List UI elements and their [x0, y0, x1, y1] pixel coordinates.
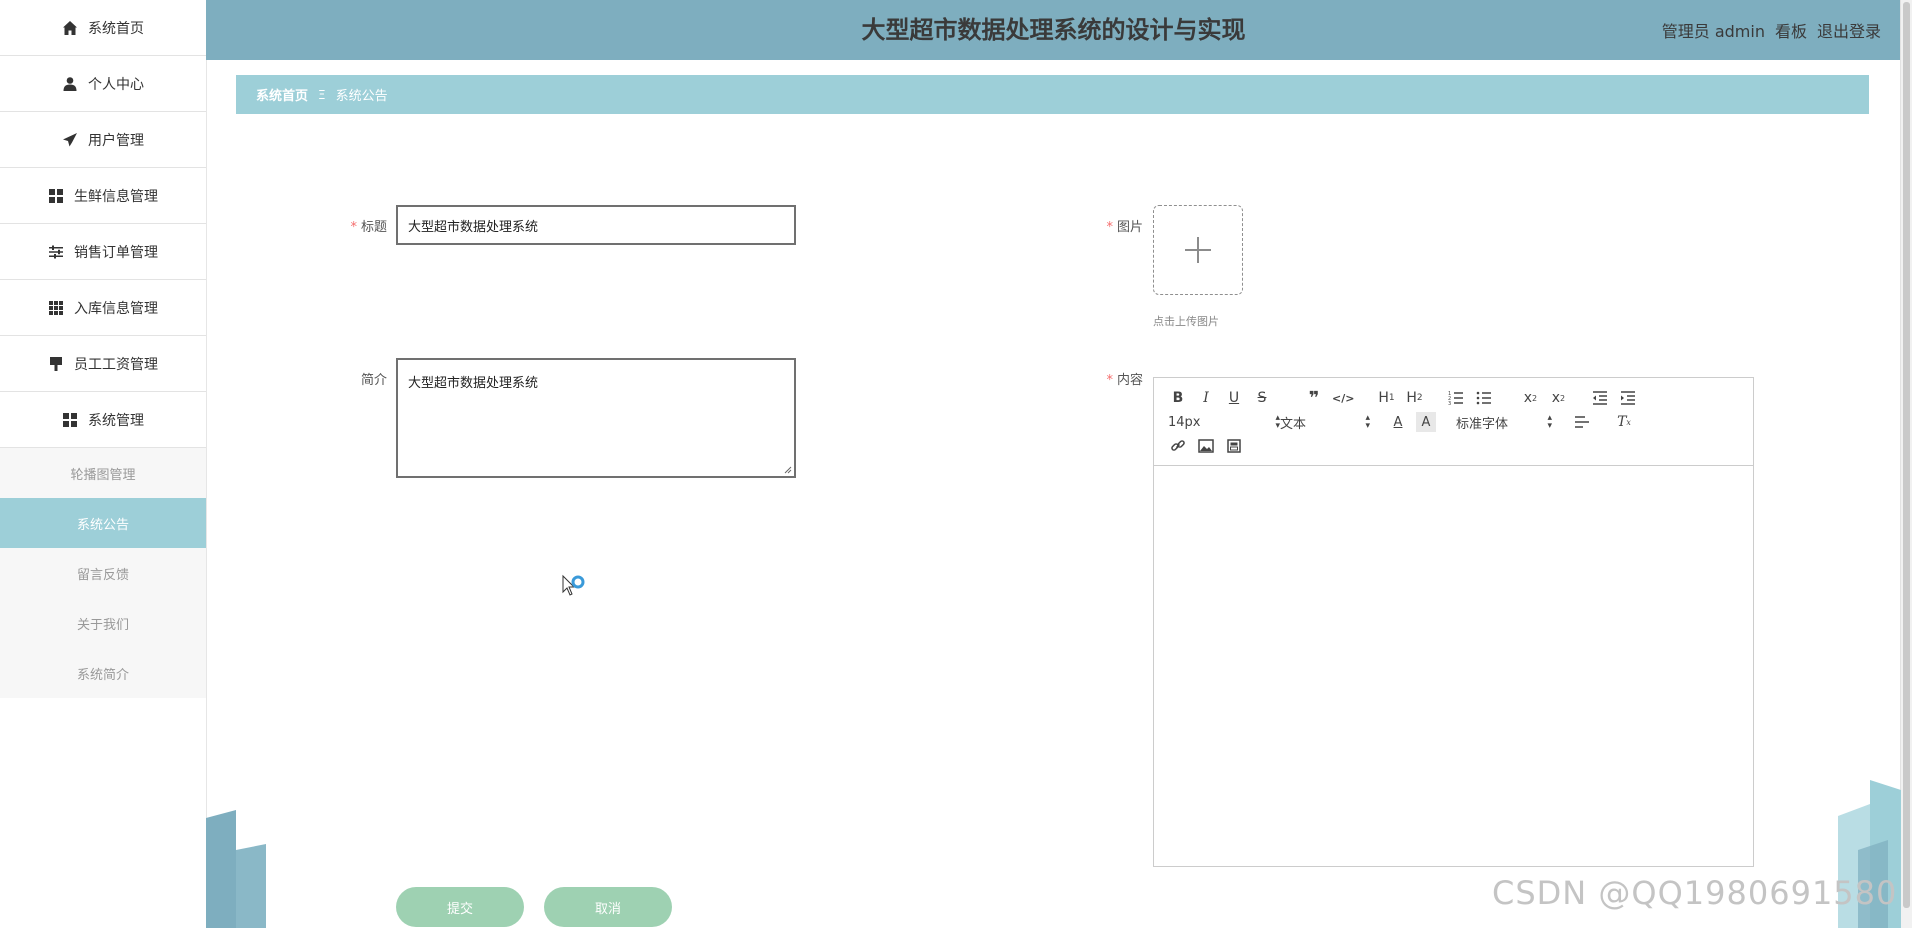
background-color-icon[interactable]: A [1416, 412, 1436, 432]
home-icon [62, 20, 78, 36]
submenu-item-carousel[interactable]: 轮播图管理 [0, 448, 206, 498]
grid-nine-icon [48, 300, 64, 316]
submenu-item-intro[interactable]: 系统简介 [0, 648, 206, 698]
sidebar-item-salary[interactable]: 员工工资管理 [0, 336, 206, 392]
intro-textarea[interactable]: 大型超市数据处理系统 [396, 358, 796, 478]
breadcrumb-separator: Ξ [318, 87, 326, 102]
user-label: 管理员 admin [1661, 22, 1765, 41]
cancel-button[interactable]: 取消 [544, 887, 672, 927]
sidebar-item-label: 员工工资管理 [74, 356, 158, 373]
content-label: * 内容 [1106, 373, 1143, 388]
font-size-select[interactable]: 14px ▴ ▾ [1168, 414, 1280, 431]
strikethrough-icon[interactable]: S [1252, 388, 1272, 408]
header-user-area: 管理员 admin 看板 退出登录 [1652, 0, 1881, 60]
select-arrows-icon: ▴ ▾ [1365, 413, 1370, 431]
sidebar-item-label: 个人中心 [88, 76, 144, 93]
required-mark: * [1106, 220, 1113, 235]
underline-icon[interactable]: U [1224, 388, 1244, 408]
image-upload-button[interactable] [1153, 205, 1243, 295]
italic-icon[interactable]: I [1196, 388, 1216, 408]
sidebar-item-label: 生鲜信息管理 [74, 188, 158, 205]
rich-text-editor: B I U S ❞ </> H1 H2 123 x2 x2 14px ▴ ▾ 文… [1153, 377, 1754, 867]
intro-label: 简介 [360, 373, 387, 388]
dashboard-link[interactable]: 看板 [1775, 18, 1807, 42]
busy-cursor-icon [562, 574, 585, 596]
app-title: 大型超市数据处理系统的设计与实现 [861, 16, 1246, 44]
sidebar-item-label: 用户管理 [88, 132, 144, 149]
sidebar-item-profile[interactable]: 个人中心 [0, 56, 206, 112]
sidebar-item-label: 销售订单管理 [74, 244, 158, 261]
bullet-list-icon[interactable] [1474, 388, 1494, 408]
watermark: CSDN @QQ1980691580 [1492, 874, 1898, 912]
required-mark: * [1106, 373, 1113, 388]
grid-four-icon [62, 412, 78, 428]
user-icon [62, 76, 78, 92]
toolbar-row-1: B I U S ❞ </> H1 H2 123 x2 x2 [1168, 387, 1646, 409]
top-header: 大型超市数据处理系统的设计与实现 管理员 admin 看板 退出登录 [206, 0, 1901, 60]
sidebar-item-label: 系统首页 [88, 20, 144, 37]
breadcrumb: 系统首页 Ξ 系统公告 [236, 75, 1869, 114]
header-select[interactable]: 文本 ▴ ▾ [1280, 413, 1370, 432]
image-label: * 图片 [1106, 220, 1143, 235]
code-block-icon[interactable]: </> [1332, 388, 1354, 408]
scrollbar-thumb[interactable] [1903, 2, 1910, 908]
resize-grip-icon[interactable] [784, 466, 792, 474]
title-label: * 标题 [350, 220, 387, 235]
link-icon[interactable] [1168, 436, 1188, 456]
image-upload-hint: 点击上传图片 [1153, 315, 1219, 328]
subscript-icon[interactable]: x2 [1520, 388, 1540, 408]
system-submenu: 轮播图管理 系统公告 留言反馈 关于我们 系统简介 [0, 448, 206, 698]
svg-text:3: 3 [1448, 401, 1451, 405]
video-icon[interactable] [1224, 436, 1244, 456]
toolbar-row-3 [1168, 435, 1252, 457]
align-icon[interactable] [1572, 412, 1592, 432]
clear-format-icon[interactable]: Tx [1614, 412, 1634, 432]
submenu-item-about[interactable]: 关于我们 [0, 598, 206, 648]
blockquote-icon[interactable]: ❞ [1304, 388, 1324, 409]
outdent-icon[interactable] [1590, 388, 1610, 408]
submit-button[interactable]: 提交 [396, 887, 524, 927]
editor-toolbar: B I U S ❞ </> H1 H2 123 x2 x2 14px ▴ ▾ 文… [1154, 378, 1753, 466]
select-arrows-icon: ▴ ▾ [1547, 413, 1552, 431]
heading-1-icon[interactable]: H1 [1376, 388, 1396, 408]
sidebar-item-sales[interactable]: 销售订单管理 [0, 224, 206, 280]
sidebar-item-users[interactable]: 用户管理 [0, 112, 206, 168]
sidebar-item-label: 系统管理 [88, 412, 144, 429]
required-mark: * [350, 220, 357, 235]
sidebar-item-fresh[interactable]: 生鲜信息管理 [0, 168, 206, 224]
grid-four-icon [48, 188, 64, 204]
breadcrumb-current: 系统公告 [335, 89, 388, 104]
intro-text: 大型超市数据处理系统 [408, 376, 539, 391]
sidebar-item-label: 入库信息管理 [74, 300, 158, 317]
sidebar-item-home[interactable]: 系统首页 [0, 0, 206, 56]
superscript-icon[interactable]: x2 [1548, 388, 1568, 408]
ordered-list-icon[interactable]: 123 [1446, 388, 1466, 408]
toolbar-row-2: 14px ▴ ▾ 文本 ▴ ▾ A A 标准字体 ▴ ▾ Tx [1168, 411, 1642, 433]
paper-plane-icon [62, 132, 78, 148]
editor-content-area[interactable] [1154, 466, 1753, 866]
indent-icon[interactable] [1618, 388, 1638, 408]
submenu-item-announcement[interactable]: 系统公告 [0, 498, 206, 548]
image-icon[interactable] [1196, 436, 1216, 456]
brush-icon [48, 356, 64, 372]
logout-link[interactable]: 退出登录 [1817, 18, 1881, 42]
sliders-icon [48, 244, 64, 260]
title-input[interactable]: 大型超市数据处理系统 [396, 205, 796, 245]
submenu-item-feedback[interactable]: 留言反馈 [0, 548, 206, 598]
vertical-scrollbar[interactable] [1900, 0, 1912, 928]
sidebar: 系统首页 个人中心 用户管理 生鲜信息管理 销售订单管理 入库信息管理 员工工资… [0, 0, 207, 928]
sidebar-item-stock[interactable]: 入库信息管理 [0, 280, 206, 336]
font-color-icon[interactable]: A [1388, 412, 1408, 432]
sidebar-item-system[interactable]: 系统管理 [0, 392, 206, 448]
heading-2-icon[interactable]: H2 [1404, 388, 1424, 408]
decorative-shapes-left [206, 810, 266, 928]
breadcrumb-home[interactable]: 系统首页 [256, 85, 308, 104]
bold-icon[interactable]: B [1168, 388, 1188, 408]
font-family-select[interactable]: 标准字体 ▴ ▾ [1456, 413, 1552, 432]
plus-icon [1185, 237, 1211, 263]
